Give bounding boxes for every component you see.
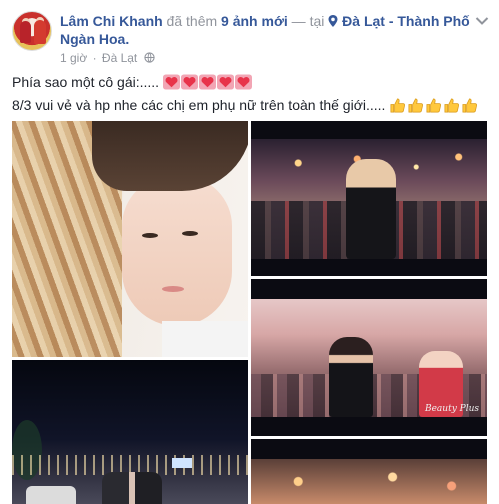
heart-emoji-icon: [180, 74, 198, 90]
photo-4[interactable]: [12, 360, 248, 504]
thumbs-up-emoji-icon: [408, 98, 424, 113]
globe-icon[interactable]: [143, 52, 155, 63]
meta-separator: ·: [92, 51, 97, 65]
thumbs-up-emoji-icon: [426, 98, 442, 113]
thumbs-emoji-group: [389, 97, 479, 119]
photo-3[interactable]: Beauty Plus: [251, 279, 487, 436]
meta-place[interactable]: Đà Lạt: [102, 51, 137, 65]
photo-1-eye: [142, 233, 158, 238]
photo-5-lights: [251, 459, 487, 504]
photo-1-face: [122, 176, 232, 326]
action-text: đã thêm: [162, 13, 222, 29]
photo-2[interactable]: [251, 121, 487, 276]
photo-1-shirt: [162, 321, 248, 357]
photo-count-link[interactable]: 9 ảnh mới: [221, 13, 288, 29]
facebook-post: Lâm Chi Khanh đã thêm 9 ảnh mới — tại Đà…: [0, 0, 499, 504]
photo-1-lips: [162, 286, 184, 292]
heart-emoji-icon: [234, 74, 252, 90]
post-text-line-1: Phía sao một cô gái:.....: [12, 72, 492, 95]
author-avatar[interactable]: [12, 11, 52, 51]
photo-1[interactable]: [12, 121, 248, 357]
photo-2-woman: [346, 159, 396, 259]
author-name[interactable]: Lâm Chi Khanh: [60, 13, 163, 29]
photo-1-dark-hair: [92, 121, 248, 191]
thumbs-up-emoji-icon: [390, 98, 406, 113]
post-text-line-2: 8/3 vui vẻ và hp nhe các chị em phụ nữ t…: [12, 95, 492, 119]
heart-emoji-group: [162, 74, 253, 95]
line-2-text: 8/3 vui vẻ và hp nhe các chị em phụ nữ t…: [12, 97, 386, 113]
photo-4-car: [26, 486, 76, 504]
post-text: Phía sao một cô gái:..... 8/3 vui vẻ và …: [12, 72, 492, 119]
post-meta: 1 giờ · Đà Lạt: [60, 50, 155, 66]
photo-watermark: Beauty Plus: [424, 404, 479, 414]
post-time[interactable]: 1 giờ: [60, 51, 87, 65]
thumbs-up-emoji-icon: [462, 98, 478, 113]
post-headline: Lâm Chi Khanh đã thêm 9 ảnh mới — tại Đà…: [60, 12, 480, 48]
photo-4-couple: [102, 472, 162, 504]
heart-emoji-icon: [198, 74, 216, 90]
line-1-text: Phía sao một cô gái:.....: [12, 74, 160, 90]
at-text: — tại: [287, 13, 329, 29]
heart-emoji-icon: [162, 74, 180, 90]
photo-3-woman: [329, 337, 373, 417]
avatar-dress-2: [34, 20, 46, 44]
photo-4-billboard: [172, 458, 192, 468]
location-pin-icon: [328, 15, 338, 27]
heart-emoji-icon: [216, 74, 234, 90]
photo-1-eye: [182, 231, 198, 236]
avatar-dress-1: [20, 21, 31, 43]
chevron-down-icon[interactable]: [475, 16, 489, 26]
photo-5[interactable]: [251, 439, 487, 504]
thumbs-up-emoji-icon: [444, 98, 460, 113]
